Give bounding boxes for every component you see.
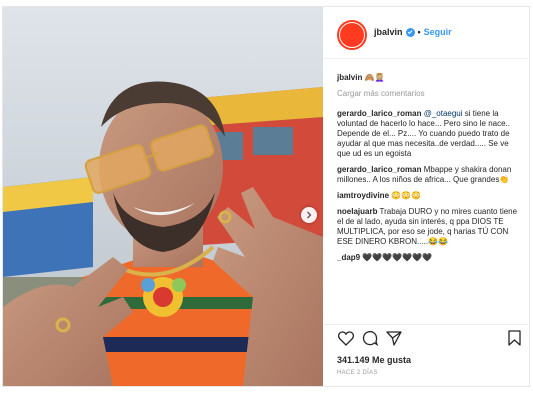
instagram-post: jbalvin • Seguir jbalvin 🙈💆🏼‍♀️ Cargar m… <box>2 6 530 387</box>
header-username[interactable]: jbalvin <box>374 27 403 37</box>
heart-icon <box>338 330 354 346</box>
comment-username[interactable]: noelajuarb <box>337 207 377 216</box>
comment-item: noelajuarb Trabaja DURO y no mires cuant… <box>337 207 523 247</box>
comment-icon <box>362 330 378 346</box>
comment-item: gerardo_larico_roman Mbappe y shakira do… <box>337 165 523 185</box>
save-button[interactable] <box>505 329 523 347</box>
post-photo[interactable] <box>3 7 323 386</box>
action-bar <box>337 329 523 349</box>
comments-list: jbalvin 🙈💆🏼‍♀️ Cargar más comentarios ge… <box>337 73 523 269</box>
avatar[interactable] <box>337 20 367 50</box>
comment-item: iamtroydivine 😳😳😳 <box>337 191 523 201</box>
user-line: jbalvin • Seguir <box>374 27 452 37</box>
caption: jbalvin 🙈💆🏼‍♀️ <box>337 73 523 83</box>
verified-badge-icon <box>405 27 415 37</box>
post-header: jbalvin • Seguir <box>324 7 530 59</box>
caption-text: 🙈💆🏼‍♀️ <box>364 73 385 82</box>
comment-text: 🖤🖤🖤🖤🖤🖤🖤 <box>362 253 433 262</box>
comment-item: gerardo_larico_roman @_otaegui si tiene … <box>337 109 523 159</box>
post-timestamp[interactable]: HACE 2 DÍAS <box>337 370 378 376</box>
avatar-image <box>340 23 364 47</box>
comment-username[interactable]: _dap9 <box>337 253 360 262</box>
chevron-right-icon <box>307 211 312 219</box>
share-icon <box>386 331 402 346</box>
carousel-next-button[interactable] <box>301 207 317 223</box>
like-button[interactable] <box>337 329 355 347</box>
comment-item: _dap9 🖤🖤🖤🖤🖤🖤🖤 <box>337 253 523 263</box>
divider <box>324 324 530 325</box>
post-side-panel: jbalvin • Seguir jbalvin 🙈💆🏼‍♀️ Cargar m… <box>324 7 530 386</box>
comment-text: 😳😳😳 <box>391 191 422 200</box>
follow-button[interactable]: Seguir <box>424 27 452 37</box>
comment-username[interactable]: gerardo_larico_roman <box>337 165 421 174</box>
comment-username[interactable]: iamtroydivine <box>337 191 389 200</box>
comment-username[interactable]: gerardo_larico_roman <box>337 109 421 118</box>
post-image <box>3 7 323 386</box>
load-more-comments-button[interactable]: Cargar más comentarios <box>337 89 523 99</box>
comment-button[interactable] <box>361 329 379 347</box>
share-button[interactable] <box>385 329 403 347</box>
caption-username[interactable]: jbalvin <box>337 73 362 82</box>
bookmark-icon <box>507 330 521 346</box>
separator: • <box>417 27 421 37</box>
comment-mention[interactable]: @_otaegui <box>424 109 463 118</box>
likes-count[interactable]: 341.149 Me gusta <box>337 355 411 365</box>
